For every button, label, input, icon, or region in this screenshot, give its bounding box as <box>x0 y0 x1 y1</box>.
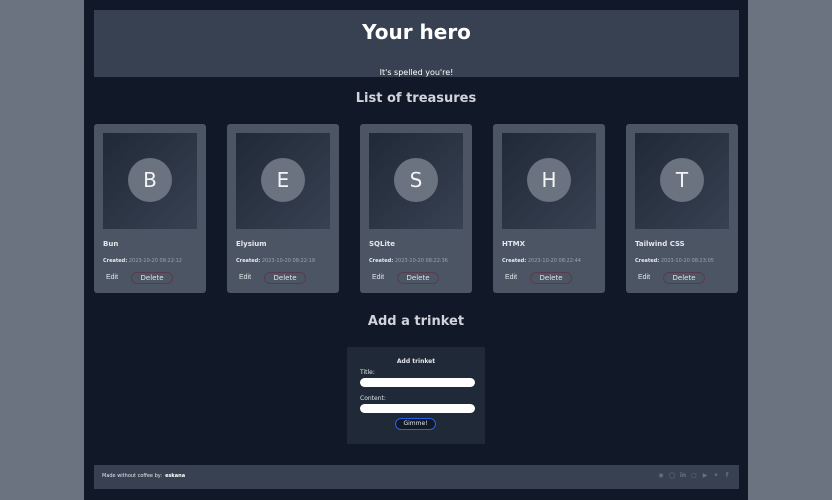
delete-button[interactable]: Delete <box>663 272 705 284</box>
created-label: Created: <box>236 258 261 264</box>
treasure-card: S SQLite Created: 2023-10-20 08:22:36 Ed… <box>360 124 472 293</box>
treasure-card: T Tailwind CSS Created: 2023-10-20 08:23… <box>626 124 738 293</box>
discord-icon[interactable]: ◉ <box>657 472 665 479</box>
card-created: Created: 2023-10-20 08:22:36 <box>369 258 448 264</box>
card-created: Created: 2023-10-20 08:23:05 <box>635 258 714 264</box>
card-title: SQLite <box>369 240 395 248</box>
avatar: T <box>660 158 704 202</box>
card-thumbnail: E <box>236 133 330 229</box>
treasure-card: E Elysium Created: 2023-10-20 08:22:19 E… <box>227 124 339 293</box>
created-timestamp: 2023-10-20 08:22:36 <box>394 258 448 264</box>
treasure-card: H HTMX Created: 2023-10-20 08:22:44 Edit… <box>493 124 605 293</box>
created-label: Created: <box>103 258 128 264</box>
edit-button[interactable]: Edit <box>638 274 650 281</box>
delete-button[interactable]: Delete <box>530 272 572 284</box>
avatar: E <box>261 158 305 202</box>
card-title: HTMX <box>502 240 525 248</box>
delete-button[interactable]: Delete <box>397 272 439 284</box>
facebook-icon[interactable]: f <box>723 472 731 479</box>
edit-button[interactable]: Edit <box>505 274 517 281</box>
hero-title: Your hero <box>362 20 471 44</box>
avatar: H <box>527 158 571 202</box>
card-title: Tailwind CSS <box>635 240 685 248</box>
card-created: Created: 2023-10-20 08:22:12 <box>103 258 182 264</box>
treasures-heading: List of treasures <box>355 91 477 106</box>
form-title: Add trinket <box>396 358 436 365</box>
instagram-icon[interactable]: ▢ <box>690 472 698 479</box>
title-label: Title: <box>360 369 375 376</box>
edit-button[interactable]: Edit <box>106 274 118 281</box>
delete-button[interactable]: Delete <box>264 272 306 284</box>
created-label: Created: <box>635 258 660 264</box>
avatar: S <box>394 158 438 202</box>
made-without-coffee-text: Made without coffee by: <box>102 473 163 479</box>
card-thumbnail: T <box>635 133 729 229</box>
created-label: Created: <box>502 258 527 264</box>
author-name: eskana <box>165 473 186 479</box>
card-thumbnail: S <box>369 133 463 229</box>
card-created: Created: 2023-10-20 08:22:19 <box>236 258 315 264</box>
content-input[interactable] <box>360 404 475 413</box>
card-title: Bun <box>103 240 119 248</box>
card-thumbnail: H <box>502 133 596 229</box>
hero-subtitle: It's spelled you're! <box>379 68 454 77</box>
card-thumbnail: B <box>103 133 197 229</box>
edit-button[interactable]: Edit <box>239 274 251 281</box>
twitter-icon[interactable]: ✦ <box>712 472 720 479</box>
hero-banner: Your hero It's spelled you're! <box>94 10 739 77</box>
created-timestamp: 2023-10-20 08:23:05 <box>660 258 714 264</box>
social-links: ◉ ◯ in ▢ ▶ ✦ f <box>657 472 731 479</box>
youtube-icon[interactable]: ▶ <box>701 472 709 479</box>
created-timestamp: 2023-10-20 08:22:44 <box>527 258 581 264</box>
edit-button[interactable]: Edit <box>372 274 384 281</box>
footer-credit: Made without coffee by: eskana <box>102 473 185 479</box>
treasure-list: B Bun Created: 2023-10-20 08:22:12 Edit … <box>94 124 739 293</box>
avatar: B <box>128 158 172 202</box>
add-trinket-heading: Add a trinket <box>367 314 465 329</box>
content-label: Content: <box>360 395 386 402</box>
treasure-card: B Bun Created: 2023-10-20 08:22:12 Edit … <box>94 124 206 293</box>
card-title: Elysium <box>236 240 267 248</box>
page-container: Your hero It's spelled you're! List of t… <box>84 0 748 500</box>
footer: Made without coffee by: eskana ◉ ◯ in ▢ ▶… <box>94 465 739 489</box>
add-trinket-form: Add trinket Title: Content: Gimme! <box>347 347 485 444</box>
created-label: Created: <box>369 258 394 264</box>
card-created: Created: 2023-10-20 08:22:44 <box>502 258 581 264</box>
gimme-button[interactable]: Gimme! <box>395 418 436 430</box>
linkedin-icon[interactable]: in <box>679 472 687 479</box>
github-icon[interactable]: ◯ <box>668 472 676 479</box>
title-input[interactable] <box>360 378 475 387</box>
created-timestamp: 2023-10-20 08:22:12 <box>128 258 182 264</box>
created-timestamp: 2023-10-20 08:22:19 <box>261 258 315 264</box>
delete-button[interactable]: Delete <box>131 272 173 284</box>
